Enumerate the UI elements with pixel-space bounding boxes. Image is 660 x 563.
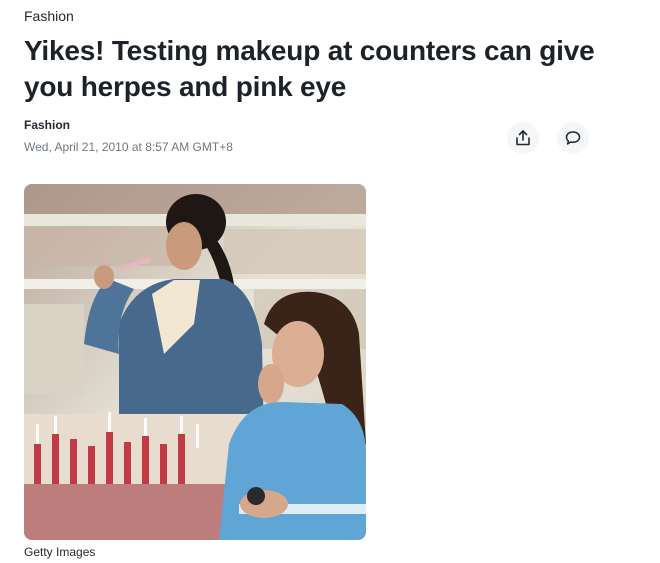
article-hero-image[interactable] (24, 184, 366, 540)
publish-timestamp: Wed, April 21, 2010 at 8:57 AM GMT+8 (24, 140, 233, 154)
byline[interactable]: Fashion (24, 118, 70, 132)
comment-icon (565, 131, 581, 145)
article-headline: Yikes! Testing makeup at counters can gi… (24, 35, 595, 102)
share-icon (516, 130, 530, 146)
makeup-counter-photo (24, 184, 366, 540)
image-caption: Getty Images (24, 545, 96, 559)
category-label[interactable]: Fashion (24, 8, 74, 24)
share-button[interactable] (507, 122, 539, 154)
comment-button[interactable] (557, 122, 589, 154)
